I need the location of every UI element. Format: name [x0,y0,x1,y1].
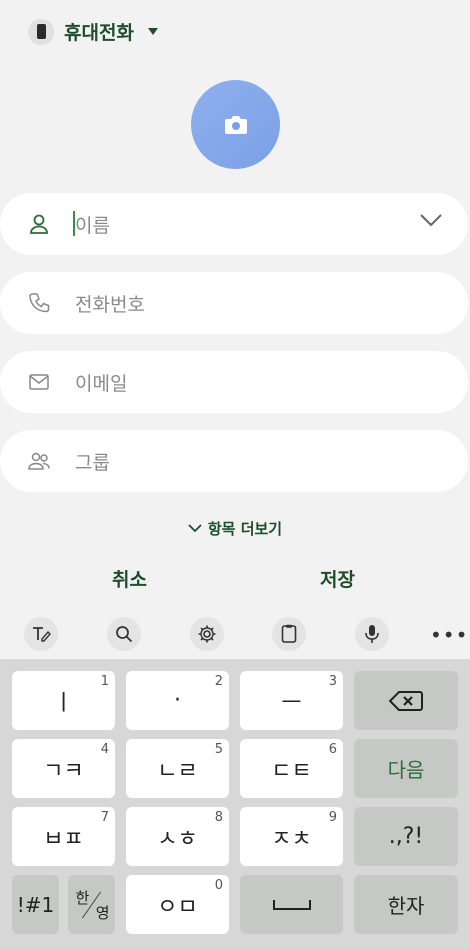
key-number: 3 [328,674,337,689]
name-field[interactable]: 이름 [0,193,468,255]
keyboard: 1 ㅣ 2 · 3 ㅡ 4 ㄱㅋ 5 ㄴㄹ 6 ㄷㅌ 다음 7 ㅂㅍ 8 ㅅㅎ [0,659,470,949]
key-label: ㅅㅎ [157,826,198,852]
mail-icon [29,374,49,390]
handwriting-icon[interactable] [24,617,58,651]
call-icon [29,293,50,313]
key-8[interactable]: 8 ㅅㅎ [126,807,229,866]
save-button[interactable]: 저장 [320,565,355,592]
key-label: ㅂㅍ [43,826,84,852]
key-3[interactable]: 3 ㅡ [240,671,343,730]
backspace-icon [389,690,423,711]
key-number: 2 [214,674,223,689]
punctuation-key[interactable]: .,?! [354,807,458,866]
key-7[interactable]: 7 ㅂㅍ [12,807,115,866]
more-icon[interactable]: ••• [430,623,468,647]
key-number: 5 [214,742,223,757]
action-bar: 취소 저장 [0,565,470,595]
key-label: ㄱㅋ [43,758,84,784]
key-label: ㄴㄹ [157,758,198,784]
key-number: 7 [100,810,109,825]
space-icon [272,899,311,910]
phone-input[interactable]: 전화번호 [75,290,145,317]
email-field[interactable]: 이메일 [0,351,468,413]
more-fields-label: 항목 더보기 [207,520,283,538]
key-4[interactable]: 4 ㄱㅋ [12,739,115,798]
punctuation-label: .,?! [388,824,424,849]
key-label: ㅡ [281,690,302,716]
next-label: 다음 [387,758,425,782]
key-1[interactable]: 1 ㅣ [12,671,115,730]
key-number: 0 [214,878,223,893]
person-icon [30,214,48,234]
language-toggle-icon: 한 영 [72,885,112,925]
symbols-label: !#1 [16,892,55,917]
key-label: ㅇㅁ [157,894,198,920]
name-input[interactable]: 이름 [75,211,110,238]
key-label: · [174,688,181,713]
key-label: ㄷㅌ [271,758,312,784]
email-input[interactable]: 이메일 [75,369,127,396]
hanja-key[interactable]: 한자 [354,875,458,934]
settings-icon[interactable] [190,617,224,651]
next-key[interactable]: 다음 [354,739,458,798]
key-5[interactable]: 5 ㄴㄹ [126,739,229,798]
hanja-label: 한자 [387,894,425,918]
key-9[interactable]: 9 ㅈㅊ [240,807,343,866]
key-0[interactable]: 0 ㅇㅁ [126,875,229,934]
key-label: ㅈㅊ [271,826,312,852]
expand-chevron-icon[interactable] [420,213,442,227]
key-number: 9 [328,810,337,825]
key-label: ㅣ [53,690,74,716]
chevron-down-icon [188,524,202,533]
key-number: 6 [328,742,337,757]
english-label: 영 [95,903,110,922]
keyboard-toolbar: ••• [0,615,470,655]
key-2[interactable]: 2 · [126,671,229,730]
mic-icon[interactable] [355,617,389,651]
dropdown-caret-icon [147,28,158,35]
phone-icon [28,18,54,45]
key-number: 1 [100,674,109,689]
symbols-key[interactable]: !#1 [12,875,59,934]
key-number: 4 [100,742,109,757]
key-6[interactable]: 6 ㄷㅌ [240,739,343,798]
cancel-button[interactable]: 취소 [112,565,147,592]
account-selector[interactable]: 휴대전화 [28,18,158,45]
group-field[interactable]: 그룹 [0,430,468,492]
camera-icon [224,115,247,134]
language-toggle-key[interactable]: 한 영 [68,875,115,934]
photo-button[interactable] [191,80,280,169]
clipboard-icon[interactable] [272,617,306,651]
backspace-key[interactable] [354,671,458,730]
space-key[interactable] [240,875,343,934]
key-number: 8 [214,810,223,825]
group-icon [28,452,50,470]
account-label: 휴대전화 [64,22,134,44]
more-fields-button[interactable]: 항목 더보기 [0,518,470,539]
korean-label: 한 [75,888,90,907]
group-input[interactable]: 그룹 [75,448,110,475]
search-icon[interactable] [107,617,141,651]
phone-field[interactable]: 전화번호 [0,272,468,334]
